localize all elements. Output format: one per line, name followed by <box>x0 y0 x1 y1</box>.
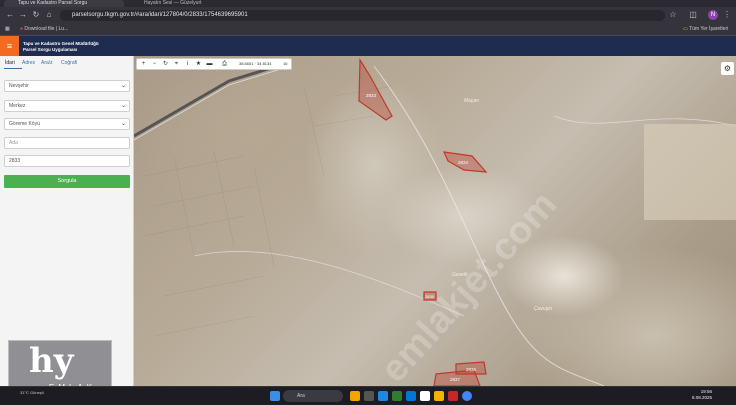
browser-tab-strip: Tapu ve Kadastro Parsel Sorgu Hayatın Se… <box>0 0 736 7</box>
hamburger-menu-icon[interactable]: ≡ <box>0 36 19 56</box>
widgets-icon[interactable] <box>350 391 360 401</box>
tab-adres[interactable]: Adres <box>22 60 35 66</box>
field-grid <box>143 85 395 337</box>
star-icon[interactable]: ★ <box>193 59 204 70</box>
parcel-input[interactable]: 2833 <box>4 155 130 167</box>
app-header: ≡ Tapu ve Kadastro Genel Müdürlüğü Parse… <box>0 36 736 56</box>
highway-edge <box>134 67 285 141</box>
tab-idari[interactable]: İdari <box>5 60 15 66</box>
app-title-line2: Parsel Sorgu Uygulaması <box>23 47 78 52</box>
chrome-icon[interactable] <box>462 391 472 401</box>
parcel-label: 2836 <box>466 367 477 372</box>
store-icon[interactable] <box>392 391 402 401</box>
forward-icon[interactable]: → <box>18 10 28 20</box>
tab-arazi[interactable]: Ara/z <box>41 60 53 66</box>
parcel-label: 2837 <box>450 377 461 382</box>
map-toolbar: + − ↻ ⌖ i ★ ▬ ⎙ 38.6651 · 34.8134 16 <box>136 58 292 70</box>
parcel-label: 2834 <box>458 160 469 165</box>
weather-widget[interactable]: 31°C Güneşli <box>20 390 44 395</box>
app-title-line1: Tapu ve Kadastro Genel Müdürlüğü <box>23 41 99 46</box>
browser-tab-active[interactable]: Tapu ve Kadastro Parsel Sorgu <box>4 0 124 7</box>
parcel-polygon <box>358 57 393 121</box>
bookmarks-bar: ▦ ● Download file | Lu... ▭ Tüm Yer İşar… <box>0 23 736 36</box>
all-bookmarks-label: Tüm Yer İşaretleri <box>689 26 729 32</box>
place-label: Maçan <box>464 98 480 104</box>
neighborhood-select[interactable]: Göreme Köyü ⌄ <box>4 118 130 130</box>
bookmark-star-icon[interactable]: ☆ <box>668 10 678 20</box>
address-bar-row: ← → ↻ ⌂ parselsorgu.tkgm.gov.tr/#ara/ida… <box>0 7 736 23</box>
coordinate-readout: 38.6651 · 34.8134 <box>239 61 272 66</box>
browser-tab[interactable]: Hayatın Sesi — Güzelyurt <box>130 0 250 7</box>
all-bookmarks[interactable]: ▭ Tüm Yer İşaretleri <box>683 25 728 34</box>
chevron-down-icon: ⌄ <box>120 121 126 127</box>
province-select[interactable]: Nevşehir ⌄ <box>4 80 130 92</box>
info-icon[interactable]: i <box>182 59 193 70</box>
tab-cografi[interactable]: Coğrafi <box>61 60 77 66</box>
place-label: Çavuşin <box>534 306 553 312</box>
query-sidebar: İdari Adres Ara/z Coğrafi Nevşehir ⌄ Merk… <box>0 56 134 386</box>
field-area <box>644 124 736 220</box>
satellite-map[interactable]: 2833 2834 2835 2836 2837 Maçan Gevelir Ç… <box>134 56 736 386</box>
zoom-level: 16 <box>283 61 288 66</box>
date-text: 8.08.2025 <box>691 395 712 400</box>
block-input[interactable]: Ada <box>4 137 130 149</box>
url-input[interactable]: parselsorgu.tkgm.gov.tr/#ara/idari/12780… <box>60 10 665 21</box>
district-select[interactable]: Merkez ⌄ <box>4 100 130 112</box>
print-icon[interactable]: ⎙ <box>219 59 230 70</box>
app-icon[interactable] <box>448 391 458 401</box>
bookmark-download-file[interactable]: ● Download file | Lu... <box>20 25 68 34</box>
back-icon[interactable]: ← <box>5 10 15 20</box>
profile-avatar[interactable]: N <box>708 10 718 20</box>
gear-icon[interactable]: ⚙ <box>721 62 734 75</box>
taskbar-search[interactable]: Ara <box>283 390 343 402</box>
mail-icon[interactable] <box>406 391 416 401</box>
edge-icon[interactable] <box>378 391 388 401</box>
query-button[interactable]: Sorgula <box>4 175 130 188</box>
measure-icon[interactable]: ▬ <box>204 59 215 70</box>
apps-grid-icon[interactable]: ▦ <box>5 25 10 34</box>
file-explorer-icon[interactable] <box>434 391 444 401</box>
logo-main-text: hy <box>29 341 74 381</box>
taskbar-clock[interactable]: 19:56 8.08.2025 <box>692 389 712 401</box>
locate-icon[interactable]: ⌖ <box>171 59 182 70</box>
zoom-in-icon[interactable]: + <box>138 59 149 70</box>
chevron-down-icon: ⌄ <box>120 103 126 109</box>
zoom-out-icon[interactable]: − <box>149 59 160 70</box>
app-icon[interactable] <box>420 391 430 401</box>
start-icon[interactable] <box>270 391 280 401</box>
bookmark-favicon-icon: ● <box>20 26 24 32</box>
parcel-label: 2833 <box>366 93 377 98</box>
bookmark-label: Download file | Lu... <box>24 26 69 32</box>
task-view-icon[interactable] <box>364 391 374 401</box>
chevron-down-icon: ⌄ <box>120 83 126 89</box>
extensions-icon[interactable]: ◫ <box>688 10 698 20</box>
refresh-icon[interactable]: ↻ <box>160 59 171 70</box>
windows-taskbar: 31°C Güneşli Ara 19:56 8.08.2025 <box>0 386 736 405</box>
more-menu-icon[interactable]: ⋮ <box>722 10 732 20</box>
home-icon[interactable]: ⌂ <box>44 10 54 20</box>
reload-icon[interactable]: ↻ <box>31 10 41 20</box>
folder-icon: ▭ <box>683 26 688 32</box>
active-tab-underline <box>4 68 22 69</box>
